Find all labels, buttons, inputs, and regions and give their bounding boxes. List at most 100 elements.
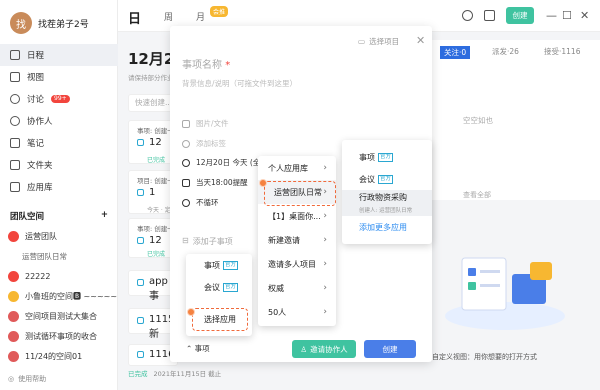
sidebar-item-schedule[interactable]: 日程 [0, 44, 118, 66]
tag-icon [182, 139, 190, 148]
close-window-icon[interactable]: ✕ [580, 9, 589, 22]
chevron-right-icon: › [323, 211, 327, 221]
help-link[interactable]: ◎ 使用帮助 [8, 374, 46, 384]
search-icon[interactable] [462, 10, 473, 21]
user-profile[interactable]: 找 找茬弟子2号 [10, 12, 89, 34]
avatar[interactable]: 找 [10, 12, 32, 34]
user-add-icon: ♙ [300, 344, 308, 354]
fullscreen-icon[interactable] [484, 10, 495, 21]
repeat-icon [182, 198, 190, 207]
menu-item-new-invite[interactable]: 新建邀请 › [258, 228, 336, 252]
tab-accept[interactable]: 接受·1116 [544, 46, 580, 57]
team-item[interactable]: 运营团队 [0, 226, 118, 246]
reminder-row[interactable]: 当天18:00提醒 [182, 177, 248, 188]
menu-item-meeting[interactable]: 会议 官方 [186, 276, 252, 298]
highlight-box [264, 181, 336, 206]
team-avatar-icon [8, 310, 19, 322]
checkbox[interactable] [137, 237, 144, 244]
official-badge: 官方 [223, 282, 239, 292]
chevron-right-icon: › [323, 307, 327, 317]
item-name-input[interactable]: 事项名称 * [182, 56, 230, 71]
chevron-right-icon: › [323, 259, 327, 269]
menu-item-task[interactable]: 事项 官方 [342, 146, 432, 168]
folder-icon: ▭ [358, 37, 366, 46]
team-sub-item[interactable]: 运营团队日常 [0, 246, 118, 266]
sidebar-item-collaborators[interactable]: 协作人 [0, 110, 118, 132]
status-tag: 已完成 [128, 370, 148, 378]
team-avatar-icon [8, 230, 19, 242]
folder-icon [10, 160, 20, 170]
sidebar-item-notes[interactable]: 笔记 [0, 132, 118, 154]
custom-view-hint: 自定义视图：用你想要的打开方式 [432, 353, 537, 361]
add-team-icon[interactable]: + [101, 210, 108, 222]
sidebar-item-apps[interactable]: 应用库 [0, 176, 118, 198]
sidebar-item-view[interactable]: 视图 [0, 66, 118, 88]
official-badge: 官方 [378, 152, 394, 162]
team-avatar-icon [8, 330, 19, 342]
checkbox[interactable] [137, 279, 144, 286]
apps-icon [10, 182, 20, 192]
checkbox[interactable] [137, 317, 144, 324]
official-badge: 官方 [223, 260, 239, 270]
minimize-icon[interactable]: — [546, 9, 557, 22]
description-input[interactable]: 背景信息/说明（可拖文件到这里） [182, 78, 297, 89]
calendar-icon [10, 50, 20, 60]
due-date: 2021年11月15日 截止 [153, 370, 222, 378]
checkbox[interactable] [137, 189, 144, 196]
attach-files-row[interactable]: 图片/文件 [182, 118, 229, 129]
app-list-menu: 事项 官方 会议 官方 行政物资采购 创建人: 运营团队日常 添加更多应用 [342, 140, 432, 244]
bell-icon [182, 178, 190, 187]
team-item[interactable]: 11/24的空间01 [0, 346, 118, 366]
team-avatar-icon [8, 350, 19, 362]
view-all-link[interactable]: 查看全部 [463, 190, 491, 200]
item-type-toggle[interactable]: ⌃ 事项 [186, 343, 210, 354]
add-more-apps-link[interactable]: 添加更多应用 [342, 216, 432, 238]
menu-item-office-supplies[interactable]: 行政物资采购 创建人: 运营团队日常 [342, 190, 432, 216]
user-name: 找茬弟子2号 [38, 19, 89, 30]
team-item[interactable]: 空间项目测试大集合 [0, 306, 118, 326]
repeat-row[interactable]: 不循环 [182, 197, 219, 208]
empty-state-text: 空空如也 [463, 116, 493, 125]
team-item[interactable]: 测试循环事项的收合 [0, 326, 118, 346]
menu-item-desktop[interactable]: 【1】桌面你... › [258, 204, 336, 228]
add-subitem-button[interactable]: ⊟ 添加子事项 [182, 236, 233, 247]
team-list: 运营团队 运营团队日常 22222 小鲁班的空间🅱 ~~~~~ 空间项目测试大集… [0, 226, 118, 366]
add-tag-row[interactable]: 添加标签 [182, 138, 226, 149]
checkbox[interactable] [137, 351, 144, 358]
pointer-dot [187, 308, 195, 316]
invite-collaborator-button[interactable]: ♙ 邀请协作人 [292, 340, 356, 358]
subitem-icon: ⊟ [182, 236, 189, 245]
close-icon[interactable]: ✕ [416, 34, 425, 47]
page-title: 12月2 [128, 50, 175, 68]
team-avatar-icon [8, 290, 19, 302]
sidebar-item-discuss[interactable]: 讨论 99+ [0, 88, 118, 110]
menu-item-meeting[interactable]: 会议 官方 [342, 168, 432, 190]
task-status-line: 已完成 2021年11月15日 截止 [128, 368, 221, 378]
user-icon [10, 116, 20, 126]
menu-item-task[interactable]: 事项 官方 [186, 254, 252, 276]
help-icon: ◎ [8, 375, 15, 383]
team-item[interactable]: 小鲁班的空间🅱 ~~~~~ [0, 286, 118, 306]
day-view-tab[interactable]: 日 [128, 8, 141, 27]
team-item[interactable]: 22222 [0, 266, 118, 286]
tab-month[interactable]: 月 [196, 10, 205, 23]
menu-item-personal-library[interactable]: 个人应用库 › [258, 156, 336, 180]
tab-week[interactable]: 周 [164, 10, 173, 23]
create-button[interactable]: 创建 [506, 7, 534, 24]
tab-dispatch[interactable]: 派发·26 [492, 46, 519, 57]
tab-follow[interactable]: 关注·0 [440, 46, 471, 59]
menu-item-multi-project[interactable]: 邀请多人项目 › [258, 252, 336, 276]
date-row[interactable]: 12月20日 今天 (全 [182, 157, 260, 168]
sidebar-item-folders[interactable]: 文件夹 [0, 154, 118, 176]
chevron-right-icon: › [323, 283, 327, 293]
highlight-box [192, 308, 248, 331]
chevron-right-icon: › [323, 235, 327, 245]
checkbox[interactable] [137, 139, 144, 146]
menu-item-50-people[interactable]: 50人 › [258, 300, 336, 324]
maximize-icon[interactable]: ☐ [562, 9, 572, 22]
image-icon [182, 119, 190, 128]
select-project-button[interactable]: ▭ 选择项目 [358, 36, 399, 47]
sidebar-nav: 日程 视图 讨论 99+ 协作人 笔记 文件夹 应用库 [0, 44, 118, 198]
menu-item-authority[interactable]: 权威 › [258, 276, 336, 300]
dialog-create-button[interactable]: 创建 [364, 340, 416, 358]
